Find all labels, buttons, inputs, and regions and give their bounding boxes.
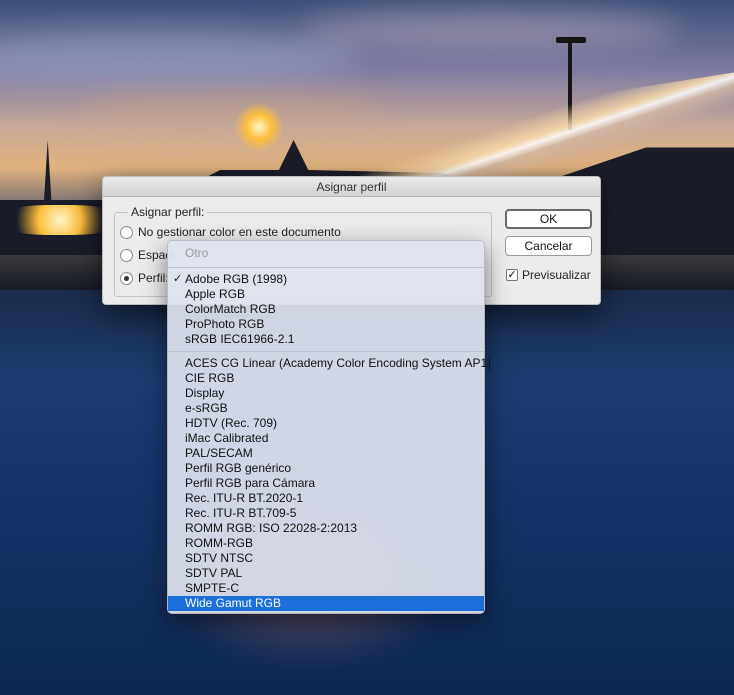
menu-item-imac-calibrated[interactable]: iMac Calibrated	[168, 431, 484, 446]
checkmark-icon: ✓	[173, 273, 183, 285]
preview-checkbox-row[interactable]: ✓ Previsualizar	[506, 268, 591, 282]
menu-header-other: Otro	[185, 246, 209, 260]
menu-item-sdtv-ntsc[interactable]: SDTV NTSC	[168, 551, 484, 566]
menu-item-generic-rgb[interactable]: Perfil RGB genérico	[168, 461, 484, 476]
menu-item-aces-cg-linear[interactable]: ACES CG Linear (Academy Color Encoding S…	[168, 356, 491, 371]
group-label: Asignar perfil:	[128, 205, 208, 219]
radio-profile[interactable]: Perfil:	[120, 271, 169, 285]
menu-item-pal-secam[interactable]: PAL/SECAM	[168, 446, 484, 461]
dialog-title: Asignar perfil	[103, 177, 600, 197]
menu-item-colormatch-rgb[interactable]: ColorMatch RGB	[168, 302, 484, 317]
ok-button[interactable]: OK	[505, 209, 592, 229]
radio-button[interactable]	[120, 248, 133, 262]
radio-no-color-management[interactable]: No gestionar color en este documento	[120, 225, 341, 239]
radio-button-selected[interactable]	[120, 271, 133, 285]
radio-working-space[interactable]: Espaci	[120, 248, 174, 262]
menu-item-smpte-c[interactable]: SMPTE-C	[168, 581, 484, 596]
menu-item-bt709[interactable]: Rec. ITU-R BT.709-5	[168, 506, 484, 521]
menu-item-sdtv-pal[interactable]: SDTV PAL	[168, 566, 484, 581]
radio-button[interactable]	[120, 225, 133, 239]
menu-item-cie-rgb[interactable]: CIE RGB	[168, 371, 484, 386]
menu-item-srgb[interactable]: sRGB IEC61966-2.1	[168, 332, 484, 347]
profile-dropdown-menu: Otro ✓ Adobe RGB (1998) Apple RGB ColorM…	[167, 240, 491, 614]
menu-item-bt2020[interactable]: Rec. ITU-R BT.2020-1	[168, 491, 484, 506]
menu-item-e-srgb[interactable]: e-sRGB	[168, 401, 484, 416]
preview-checkbox[interactable]: ✓	[506, 269, 518, 281]
menu-item-romm-rgb-iso[interactable]: ROMM RGB: ISO 22028-2:2013	[168, 521, 484, 536]
menu-item-hdtv[interactable]: HDTV (Rec. 709)	[168, 416, 484, 431]
menu-item-prophoto-rgb[interactable]: ProPhoto RGB	[168, 317, 484, 332]
menu-item-wide-gamut-rgb[interactable]: Wide Gamut RGB	[168, 596, 484, 611]
menu-item-apple-rgb[interactable]: Apple RGB	[168, 287, 484, 302]
menu-item-adobe-rgb[interactable]: ✓ Adobe RGB (1998)	[168, 272, 484, 287]
menu-item-display[interactable]: Display	[168, 386, 484, 401]
preview-label: Previsualizar	[522, 268, 591, 282]
menu-item-romm-rgb[interactable]: ROMM-RGB	[168, 536, 484, 551]
radio-label: Perfil:	[138, 271, 169, 285]
cancel-button[interactable]: Cancelar	[505, 236, 592, 256]
menu-separator	[168, 267, 484, 268]
menu-item-camera-rgb[interactable]: Perfil RGB para Cámara	[168, 476, 484, 491]
radio-label: No gestionar color en este documento	[138, 225, 341, 239]
menu-separator	[168, 351, 484, 352]
